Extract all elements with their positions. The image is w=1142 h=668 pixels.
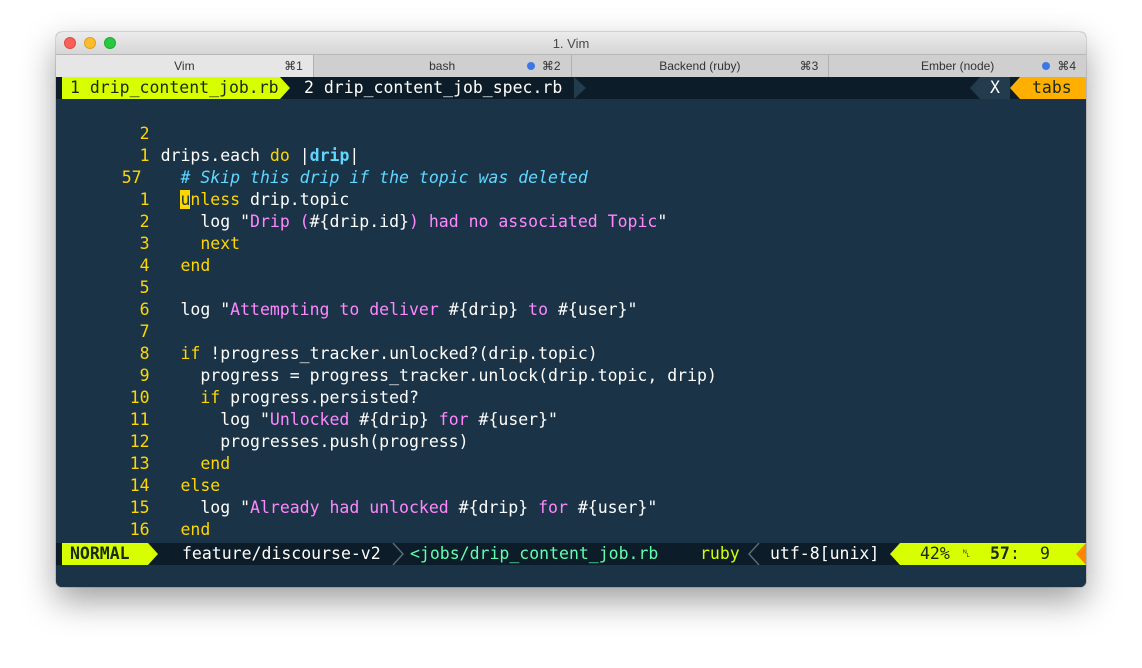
code-text: log "Attempting to deliver #{drip} to #{…: [101, 300, 638, 319]
powerline-arrow-icon: [148, 543, 158, 565]
powerline-arrow-left-icon: [890, 543, 900, 565]
activity-dot-icon: [1042, 62, 1050, 70]
line-number: 5: [139, 278, 150, 297]
vim-tabs-label: tabs: [1020, 77, 1086, 99]
code-line: 17: [56, 519, 150, 561]
line-number-icon: ␤: [962, 547, 971, 560]
cursor-line: 57: [990, 544, 1010, 563]
vim-tab-active[interactable]: 1 drip_content_job.rb: [62, 77, 280, 99]
line-number: 9: [139, 366, 150, 385]
code-line: 1 # Skip this drip if the topic was dele…: [56, 123, 588, 187]
iterm-tab-label: Backend (ruby): [659, 59, 741, 73]
code-line: 2 drips.each do |drip|: [56, 101, 360, 165]
command-line[interactable]: [56, 565, 1086, 587]
code-line: 6: [56, 277, 150, 319]
line-number: 1: [139, 146, 150, 165]
line-number: 3: [139, 234, 150, 253]
line-number: 13: [129, 454, 150, 473]
code-line-current: 57 unless drip.topic: [56, 145, 349, 209]
powerline-warning-arrow-icon: [1070, 543, 1086, 565]
iterm-tab-shortcut: ⌘2: [541, 59, 561, 73]
title-bar: 1. Vim: [56, 32, 1086, 55]
terminal-window: 1. Vim Vim ⌘1 bash ⌘2 Backend (ruby) ⌘3 …: [56, 32, 1086, 587]
powerline-arrow-icon: [280, 77, 290, 99]
code-text: # Skip this drip if the topic was delete…: [101, 168, 588, 187]
iterm-tab-shortcut: ⌘4: [1057, 59, 1076, 73]
powerline-arrow-left-icon: [1010, 77, 1020, 99]
code-line: 7 if !progress_tracker.unlocked?(drip.to…: [56, 299, 598, 363]
line-number: 16: [129, 520, 150, 539]
code-line: 12 end: [56, 409, 230, 473]
iterm-tab-backend[interactable]: Backend (ruby) ⌘3: [571, 55, 830, 77]
line-number: 2: [139, 124, 150, 143]
position-separator: :: [1010, 544, 1020, 563]
vim-statusline: NORMAL feature/discourse-v2 <jobs/drip_c…: [56, 543, 1086, 565]
iterm-tab-shortcut: ⌘3: [799, 59, 819, 73]
iterm-tab-label: Vim: [174, 59, 195, 73]
code-line: 5 log "Attempting to deliver #{drip} to …: [56, 255, 638, 319]
vim-tabline: 1 drip_content_job.rb 2 drip_content_job…: [56, 77, 1086, 99]
line-number: 15: [129, 498, 150, 517]
code-line: 14 log "Already had unlocked #{drip} for…: [56, 453, 658, 517]
code-line: 1 log "Drip (#{drip.id}) had no associat…: [56, 167, 668, 231]
code-line: 2 next: [56, 189, 240, 253]
powerline-arrow-left-icon: [970, 77, 980, 99]
iterm-tab-ember[interactable]: Ember (node) ⌘4: [829, 55, 1086, 77]
iterm-tab-bar: Vim ⌘1 bash ⌘2 Backend (ruby) ⌘3 Ember (…: [56, 55, 1086, 77]
text-cursor: u: [180, 190, 191, 209]
scroll-percent: 42%: [920, 544, 950, 563]
code-line: 11 progresses.push(progress): [56, 387, 469, 451]
line-number: 11: [129, 410, 150, 429]
window-title: 1. Vim: [552, 36, 590, 51]
line-number: 8: [139, 344, 150, 363]
git-branch: feature/discourse-v2: [182, 544, 381, 563]
line-number: 10: [129, 388, 150, 407]
line-number: 12: [129, 432, 150, 451]
vim-mode: NORMAL: [62, 543, 148, 565]
code-text: log "Drip (#{drip.id}) had no associated…: [101, 212, 668, 231]
powerline-separator-left-icon: [748, 543, 760, 565]
vim-tab-close[interactable]: X: [980, 77, 1010, 99]
line-number-current: 57: [121, 168, 142, 187]
file-encoding: utf-8[unix]: [770, 544, 880, 563]
file-path: <jobs/drip_content_job.rb: [410, 544, 659, 563]
code-line: 13 else: [56, 431, 220, 495]
line-number: 14: [129, 476, 150, 495]
code-line: 9 if progress.persisted?: [56, 343, 419, 407]
activity-dot-icon: [526, 62, 535, 70]
code-line: 3 end: [56, 211, 211, 275]
code-line: 8 progress = progress_tracker.unlock(dri…: [56, 321, 717, 385]
cursor-column: 9: [1040, 544, 1050, 563]
line-number: 4: [139, 256, 150, 275]
code-text: log "Unlocked #{drip} for #{user}": [101, 410, 558, 429]
iterm-tab-bash[interactable]: bash ⌘2: [313, 55, 572, 77]
code-line: 4: [56, 233, 150, 275]
line-number: 7: [139, 322, 150, 341]
powerline-separator-icon: [392, 543, 404, 565]
code-text: log "Already had unlocked #{drip} for #{…: [101, 498, 658, 517]
vim-tab-inactive[interactable]: 2 drip_content_job_spec.rb: [290, 77, 574, 99]
code-text: if !progress_tracker.unlocked?(drip.topi…: [101, 344, 598, 363]
code-line: 10 log "Unlocked #{drip} for #{user}": [56, 365, 558, 429]
code-text: progresses.push(progress): [101, 432, 469, 451]
iterm-tab-shortcut: ⌘1: [284, 59, 303, 73]
powerline-arrow-icon: [574, 77, 586, 99]
line-number: 2: [139, 212, 150, 231]
code-line: 15 end: [56, 475, 211, 539]
code-line: 16 end: [56, 497, 191, 561]
vim-editor[interactable]: 1 drip_content_job.rb 2 drip_content_job…: [56, 77, 1086, 587]
code-text: progress = progress_tracker.unlock(drip.…: [101, 366, 717, 385]
line-number: 6: [139, 300, 150, 319]
file-type: ruby: [700, 544, 740, 563]
line-number: 1: [139, 190, 150, 209]
iterm-tab-vim[interactable]: Vim ⌘1: [56, 55, 314, 77]
